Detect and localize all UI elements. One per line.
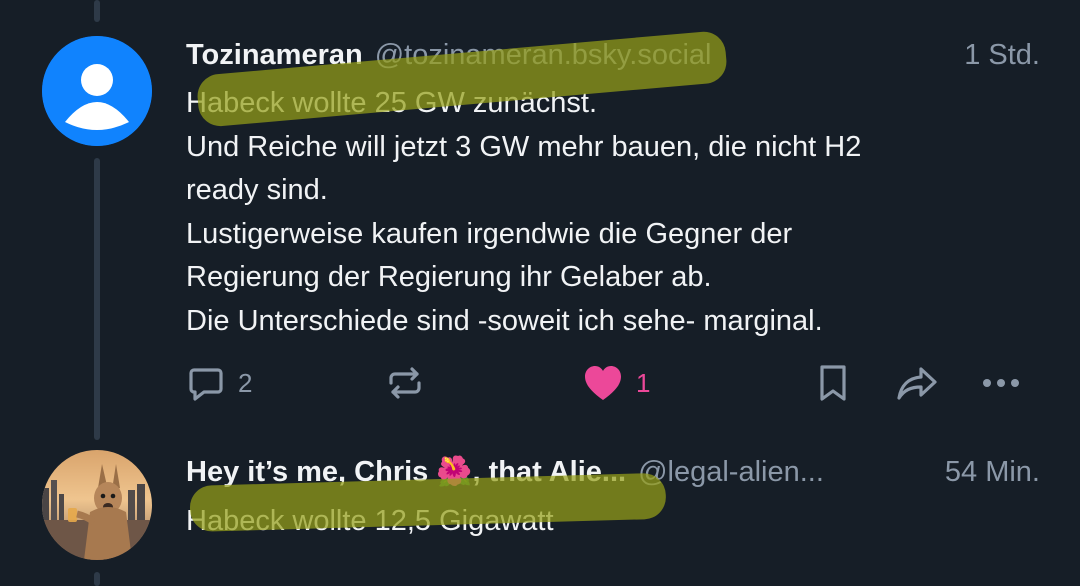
heart-icon: [585, 366, 621, 400]
post-item[interactable]: Hey it’s me, Chris 🌺, that Alie... @lega…: [0, 440, 1080, 586]
bookmark-icon: [820, 365, 846, 401]
like-button[interactable]: 1: [582, 358, 650, 408]
post-line: Und Reiche will jetzt 3 GW mehr bauen, d…: [186, 130, 862, 163]
user-avatar[interactable]: [42, 450, 152, 560]
kangaroo-photo-avatar: [42, 450, 152, 560]
more-icon: [983, 379, 1019, 387]
post-line: ready sind.: [186, 174, 328, 206]
default-user-avatar-icon: [42, 36, 152, 146]
post-line: Lustigerweise kaufen irgendwie die Gegne…: [186, 217, 793, 250]
reply-icon: [189, 368, 223, 401]
author-name[interactable]: Hey it’s me, Chris 🌺, that Alie...: [186, 455, 626, 489]
post-body: Habeck wollte 25 GW zunächst. Und Reiche…: [186, 82, 1046, 343]
user-avatar[interactable]: [42, 36, 152, 146]
like-count: 1: [636, 367, 651, 398]
repost-icon: [389, 367, 421, 399]
post-line: Habeck wollte 12,5 Gigawatt: [186, 505, 554, 537]
bookmark-button[interactable]: [815, 358, 851, 408]
post-line: Regierung der Regierung ihr Gelaber ab.: [186, 261, 712, 293]
author-name[interactable]: Tozinameran: [186, 39, 363, 72]
share-button[interactable]: [895, 358, 939, 408]
post-actions: 2 1: [0, 358, 1080, 408]
author-handle[interactable]: @legal-alien...: [638, 456, 824, 489]
post-item[interactable]: Tozinameran @tozinameran.bsky.social 1 S…: [0, 0, 1080, 440]
post-time[interactable]: 54 Min.: [925, 456, 1040, 489]
post-time[interactable]: 1 Std.: [944, 39, 1040, 72]
post-header: Hey it’s me, Chris 🌺, that Alie... @lega…: [186, 452, 1040, 492]
reply-button[interactable]: 2: [186, 358, 252, 408]
more-options-button[interactable]: [980, 358, 1022, 408]
post-line: Die Unterschiede sind -soweit ich sehe- …: [186, 304, 823, 337]
post-header: Tozinameran @tozinameran.bsky.social 1 S…: [186, 35, 1040, 75]
share-icon: [897, 367, 937, 400]
reply-count: 2: [238, 367, 253, 398]
post-line: Habeck wollte 25 GW zunächst.: [186, 87, 598, 119]
post-body: Habeck wollte 12,5 Gigawatt: [186, 500, 1046, 544]
author-handle[interactable]: @tozinameran.bsky.social: [375, 39, 712, 72]
repost-button[interactable]: [385, 358, 425, 408]
